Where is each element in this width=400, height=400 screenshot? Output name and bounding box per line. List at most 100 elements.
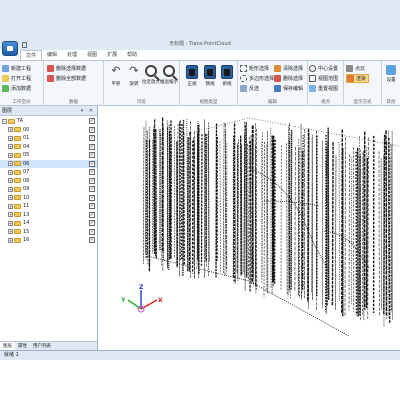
- zoom-out-icon: [163, 65, 175, 77]
- tab-properties[interactable]: 属性: [15, 342, 30, 350]
- layer-checkbox[interactable]: ✓: [89, 135, 95, 142]
- tree-item[interactable]: +08 ✓: [0, 177, 97, 186]
- render-mode-button[interactable]: 渲染: [346, 74, 370, 83]
- tree-item[interactable]: +16 ✓: [0, 236, 97, 245]
- tree-item[interactable]: +14 ✓: [0, 219, 97, 228]
- layer-checkbox[interactable]: ✓: [89, 152, 95, 159]
- tab-edit[interactable]: 编辑: [42, 50, 62, 60]
- center-set-button[interactable]: 中心设置: [309, 64, 338, 73]
- clear-select-button[interactable]: 清除选择: [274, 64, 303, 73]
- delete-selected-data-button[interactable]: 删除选择数据: [47, 64, 86, 73]
- expand-icon[interactable]: +: [8, 152, 13, 158]
- tab-process[interactable]: 处理: [62, 50, 82, 60]
- collapse-icon[interactable]: −: [2, 118, 7, 124]
- layer-checkbox[interactable]: ✓: [89, 228, 95, 235]
- expand-icon[interactable]: +: [8, 220, 13, 226]
- tab-user-list[interactable]: 用户列表: [30, 342, 54, 350]
- tree-item[interactable]: +05 ✓: [0, 151, 97, 160]
- tree-item[interactable]: +11 ✓: [0, 202, 97, 211]
- delete-select-button[interactable]: 删除选择: [274, 74, 303, 83]
- open-project-button[interactable]: 打开工程: [2, 74, 31, 83]
- expand-icon[interactable]: +: [8, 169, 13, 175]
- tree-item[interactable]: +10 ✓: [0, 194, 97, 203]
- tab-extension[interactable]: 扩展: [102, 50, 122, 60]
- folder-icon: [14, 203, 21, 209]
- layer-checkbox[interactable]: ✓: [89, 211, 95, 218]
- expand-icon[interactable]: +: [8, 229, 13, 235]
- tab-help[interactable]: 帮助: [122, 50, 142, 60]
- layer-checkbox[interactable]: ✓: [89, 220, 95, 227]
- tab-file[interactable]: 文件: [20, 50, 43, 60]
- reset-view-button[interactable]: 重置视图: [309, 84, 338, 93]
- tree-item[interactable]: +01 ✓: [0, 134, 97, 143]
- open-folder-icon: [2, 75, 9, 82]
- layer-checkbox[interactable]: ✓: [89, 160, 95, 167]
- polygon-select-button[interactable]: 多边形选择: [240, 74, 274, 83]
- tab-layers[interactable]: 图层: [0, 342, 15, 350]
- layer-checkbox[interactable]: ✓: [89, 169, 95, 176]
- render-icon: [347, 75, 354, 82]
- new-project-button[interactable]: 新建工程: [2, 64, 31, 73]
- panel-controls[interactable]: ▾ ✕: [81, 108, 95, 114]
- group-label-other: 其他: [386, 100, 396, 105]
- group-viewpoint: 中心设置 视图范围 重置视图 视点: [308, 61, 344, 106]
- layer-checkbox[interactable]: ✓: [89, 186, 95, 193]
- top-view-button[interactable]: 俯视: [217, 63, 237, 95]
- panel-header: 图层 ▾ ✕: [0, 106, 97, 116]
- expand-icon[interactable]: +: [8, 186, 13, 192]
- expand-icon[interactable]: +: [8, 135, 13, 141]
- folder-icon: [14, 127, 21, 133]
- point-strip: [267, 130, 269, 294]
- layer-checkbox[interactable]: ✓: [89, 203, 95, 210]
- point-cloud-canvas[interactable]: Z X Y: [99, 106, 400, 350]
- point-strip: [271, 135, 274, 281]
- expand-icon[interactable]: +: [8, 237, 13, 243]
- front-view-button[interactable]: 正视: [182, 63, 202, 95]
- expand-icon[interactable]: +: [8, 127, 13, 133]
- point-cloud-mode-button[interactable]: 点云: [346, 64, 365, 73]
- settings-icon: [386, 65, 396, 75]
- layer-checkbox[interactable]: ✓: [89, 194, 95, 201]
- tree-root[interactable]: − TA ✓: [0, 117, 97, 126]
- invert-select-button[interactable]: 反选: [240, 84, 259, 93]
- tree-item[interactable]: +09 ✓: [0, 185, 97, 194]
- zoom-in-button[interactable]: 拉近放大: [141, 63, 161, 95]
- folder-icon: [14, 152, 21, 158]
- rect-select-button[interactable]: 矩形选择: [240, 64, 269, 73]
- settings-button[interactable]: 设置: [382, 63, 400, 95]
- group-browse: ↶ 平移 ↷ 旋转 拉近放大 推远缩小 浏览: [104, 61, 180, 106]
- layer-checkbox[interactable]: ✓: [89, 177, 95, 184]
- expand-icon[interactable]: +: [8, 195, 13, 201]
- layer-checkbox[interactable]: ✓: [89, 237, 95, 244]
- tree-item[interactable]: +00 ✓: [0, 126, 97, 135]
- z-axis-label: Z: [139, 284, 144, 291]
- group-label-data: 数据: [69, 100, 78, 105]
- point-cloud-viewport[interactable]: Z X Y: [99, 106, 400, 350]
- expand-icon[interactable]: +: [8, 144, 13, 150]
- tree-item[interactable]: +15 ✓: [0, 228, 97, 237]
- app-menu-button[interactable]: [2, 41, 18, 56]
- layer-checkbox[interactable]: ✓: [89, 118, 95, 125]
- tree-item[interactable]: +04 ✓: [0, 143, 97, 152]
- tree-item[interactable]: +07 ✓: [0, 168, 97, 177]
- group-edit: 矩形选择 多边形选择 反选 清除选择 删除选择 保存编辑 编辑: [238, 61, 308, 106]
- zoom-out-button[interactable]: 推远缩小: [159, 63, 179, 95]
- window-title: 无标题 - Trans-PointCloud: [169, 41, 231, 47]
- expand-icon[interactable]: +: [8, 161, 13, 167]
- layer-checkbox[interactable]: ✓: [89, 143, 95, 150]
- tree-item-selected[interactable]: +06 ✓: [0, 159, 97, 168]
- view-range-button[interactable]: 视图范围: [309, 74, 338, 83]
- tree-item[interactable]: +13 ✓: [0, 211, 97, 220]
- top-view-icon: [221, 65, 233, 79]
- delete-all-data-button[interactable]: 删除全部数据: [47, 74, 86, 83]
- point-strip: [224, 131, 226, 277]
- save-edit-button[interactable]: 保存编辑: [274, 84, 303, 93]
- expand-icon[interactable]: +: [8, 203, 13, 209]
- pan-button[interactable]: ↶ 平移: [106, 63, 126, 95]
- expand-icon[interactable]: +: [8, 212, 13, 218]
- expand-icon[interactable]: +: [8, 178, 13, 184]
- add-data-button[interactable]: 添加数据: [2, 84, 31, 93]
- layer-checkbox[interactable]: ✓: [89, 126, 95, 133]
- tab-view[interactable]: 视图: [82, 50, 102, 60]
- panel-title: 图层: [2, 108, 13, 114]
